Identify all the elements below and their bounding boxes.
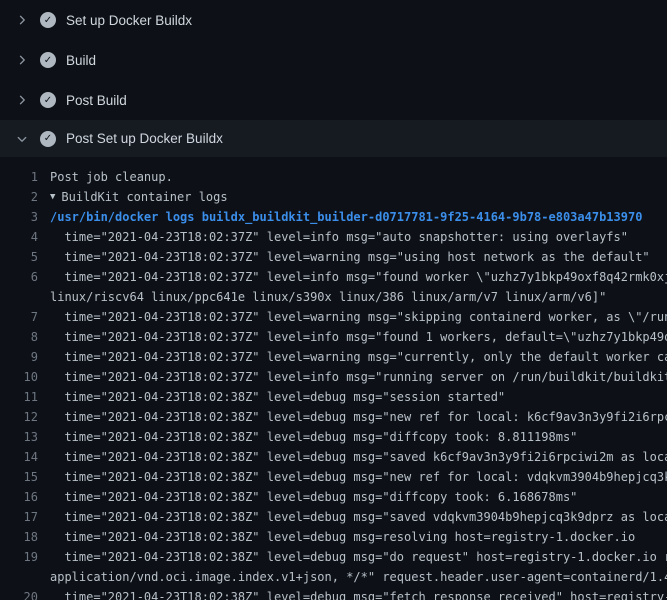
step-label: Build — [66, 53, 96, 68]
chevron-right-icon — [14, 12, 30, 28]
log-line: 16 time="2021-04-23T18:02:38Z" level=deb… — [0, 487, 667, 507]
log-line-text: time="2021-04-23T18:02:37Z" level=info m… — [50, 367, 667, 387]
log-line: 20 time="2021-04-23T18:02:38Z" level=deb… — [0, 587, 667, 600]
log-line-text[interactable]: BuildKit container logs — [61, 187, 227, 207]
check-circle-icon: ✓ — [40, 52, 56, 68]
chevron-right-icon — [14, 52, 30, 68]
log-line: 15 time="2021-04-23T18:02:38Z" level=deb… — [0, 467, 667, 487]
log-line: 1 Post job cleanup. — [0, 167, 667, 187]
log-line: 6 time="2021-04-23T18:02:37Z" level=info… — [0, 267, 667, 287]
log-line: 14 time="2021-04-23T18:02:38Z" level=deb… — [0, 447, 667, 467]
log-line-number[interactable]: 18 — [0, 527, 50, 547]
log-line-text: time="2021-04-23T18:02:37Z" level=warnin… — [50, 347, 667, 367]
step-label: Post Build — [66, 93, 127, 108]
log-line-text: time="2021-04-23T18:02:37Z" level=info m… — [50, 327, 667, 347]
log-line: 11 time="2021-04-23T18:02:38Z" level=deb… — [0, 387, 667, 407]
log-lines: 1 Post job cleanup. 2 ▼ BuildKit containe… — [0, 157, 667, 600]
chevron-right-icon — [14, 92, 30, 108]
step-post-build[interactable]: ✓ Post Build — [0, 80, 667, 120]
log-line-text: time="2021-04-23T18:02:38Z" level=debug … — [50, 487, 577, 507]
log-line: 17 time="2021-04-23T18:02:38Z" level=deb… — [0, 507, 667, 527]
log-line-number[interactable]: 8 — [0, 327, 50, 347]
log-line: linux/riscv64 linux/ppc641e linux/s390x … — [0, 287, 667, 307]
log-line-text: time="2021-04-23T18:02:37Z" level=warnin… — [50, 247, 650, 267]
check-circle-icon: ✓ — [40, 92, 56, 108]
step-setup-docker-buildx[interactable]: ✓ Set up Docker Buildx — [0, 0, 667, 40]
log-line-text: time="2021-04-23T18:02:37Z" level=warnin… — [50, 307, 667, 327]
log-line: 7 time="2021-04-23T18:02:37Z" level=warn… — [0, 307, 667, 327]
log-line-number[interactable]: 13 — [0, 427, 50, 447]
log-line-text: time="2021-04-23T18:02:37Z" level=info m… — [50, 267, 667, 287]
log-line-number[interactable]: 17 — [0, 507, 50, 527]
step-label: Post Set up Docker Buildx — [66, 131, 223, 146]
log-line: 3 /usr/bin/docker logs buildx_buildkit_b… — [0, 207, 667, 227]
step-post-setup-docker-buildx[interactable]: ✓ Post Set up Docker Buildx — [0, 120, 667, 157]
log-line-number[interactable]: 3 — [0, 207, 50, 227]
log-line-number[interactable]: 15 — [0, 467, 50, 487]
log-line: 18 time="2021-04-23T18:02:38Z" level=deb… — [0, 527, 667, 547]
log-line-number[interactable]: 4 — [0, 227, 50, 247]
group-collapse-icon[interactable]: ▼ — [50, 187, 55, 207]
log-line-text: /usr/bin/docker logs buildx_buildkit_bui… — [50, 207, 642, 227]
log-line-number[interactable]: 11 — [0, 387, 50, 407]
log-line-number[interactable]: 10 — [0, 367, 50, 387]
log-line: 12 time="2021-04-23T18:02:38Z" level=deb… — [0, 407, 667, 427]
log-line-text: time="2021-04-23T18:02:38Z" level=debug … — [50, 447, 667, 467]
log-line-number[interactable] — [0, 567, 50, 587]
check-circle-icon: ✓ — [40, 12, 56, 28]
log-line-text: Post job cleanup. — [50, 167, 173, 187]
log-line-number[interactable]: 14 — [0, 447, 50, 467]
log-line-text: time="2021-04-23T18:02:38Z" level=debug … — [50, 467, 667, 487]
log-line-number[interactable]: 12 — [0, 407, 50, 427]
log-line-number[interactable]: 9 — [0, 347, 50, 367]
log-line: 9 time="2021-04-23T18:02:37Z" level=warn… — [0, 347, 667, 367]
log-line: 19 time="2021-04-23T18:02:38Z" level=deb… — [0, 547, 667, 567]
log-line-text: time="2021-04-23T18:02:38Z" level=debug … — [50, 427, 577, 447]
log-line: 13 time="2021-04-23T18:02:38Z" level=deb… — [0, 427, 667, 447]
steps-list: ✓ Set up Docker Buildx ✓ Build ✓ Post Bu… — [0, 0, 667, 157]
log-line-number[interactable]: 6 — [0, 267, 50, 287]
log-line: 10 time="2021-04-23T18:02:37Z" level=inf… — [0, 367, 667, 387]
log-line: 4 time="2021-04-23T18:02:37Z" level=info… — [0, 227, 667, 247]
log-line-number[interactable] — [0, 287, 50, 307]
log-line-number[interactable]: 1 — [0, 167, 50, 187]
log-line: 2 ▼ BuildKit container logs — [0, 187, 667, 207]
log-line-number[interactable]: 5 — [0, 247, 50, 267]
log-line-number[interactable]: 2 — [0, 187, 50, 207]
log-line-text: time="2021-04-23T18:02:38Z" level=debug … — [50, 407, 667, 427]
check-circle-icon: ✓ — [40, 131, 56, 147]
log-line-number[interactable]: 19 — [0, 547, 50, 567]
step-label: Set up Docker Buildx — [66, 13, 192, 28]
log-line-number[interactable]: 16 — [0, 487, 50, 507]
log-line-text: time="2021-04-23T18:02:38Z" level=debug … — [50, 387, 505, 407]
log-line-text: application/vnd.oci.image.index.v1+json,… — [50, 567, 667, 587]
log-line: application/vnd.oci.image.index.v1+json,… — [0, 567, 667, 587]
log-line-text: time="2021-04-23T18:02:38Z" level=debug … — [50, 507, 667, 527]
chevron-down-icon — [14, 131, 30, 147]
log-line-text: time="2021-04-23T18:02:38Z" level=debug … — [50, 587, 667, 600]
log-line-text: linux/riscv64 linux/ppc641e linux/s390x … — [50, 287, 606, 307]
log-line: 8 time="2021-04-23T18:02:37Z" level=info… — [0, 327, 667, 347]
log-line-number[interactable]: 7 — [0, 307, 50, 327]
log-line-text: time="2021-04-23T18:02:37Z" level=info m… — [50, 227, 628, 247]
log-line-text: time="2021-04-23T18:02:38Z" level=debug … — [50, 527, 635, 547]
log-line-number[interactable]: 20 — [0, 587, 50, 600]
log-line-text: time="2021-04-23T18:02:38Z" level=debug … — [50, 547, 667, 567]
log-line: 5 time="2021-04-23T18:02:37Z" level=warn… — [0, 247, 667, 267]
step-build[interactable]: ✓ Build — [0, 40, 667, 80]
